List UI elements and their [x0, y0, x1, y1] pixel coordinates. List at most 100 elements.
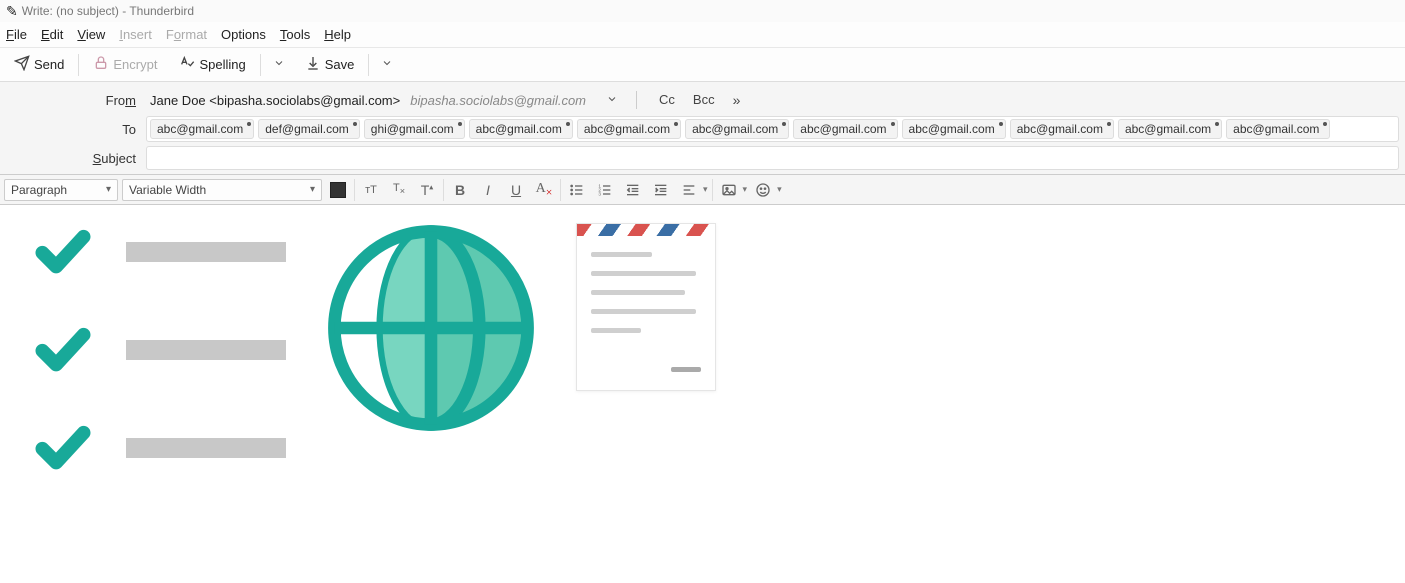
send-button[interactable]: Send	[6, 51, 72, 78]
insert-image-button[interactable]	[717, 178, 741, 202]
italic-button[interactable]: I	[476, 178, 500, 202]
letter-graphic	[576, 223, 716, 391]
recipient-chip[interactable]: abc@gmail.com	[469, 119, 573, 139]
bold-button[interactable]: B	[448, 178, 472, 202]
to-input[interactable]: abc@gmail.comdef@gmail.comghi@gmail.coma…	[146, 116, 1399, 142]
spelling-dropdown[interactable]	[267, 53, 291, 76]
font-family-value: Variable Width	[129, 183, 206, 197]
separator	[354, 179, 355, 201]
placeholder-bar	[126, 438, 286, 458]
check-icon	[28, 419, 98, 477]
placeholder-line	[591, 309, 696, 314]
subject-row: Subject	[0, 144, 1405, 172]
globe-graphic	[326, 223, 536, 436]
font-size-decrease-button[interactable]: ᴛT	[359, 178, 383, 202]
recipient-chip[interactable]: abc@gmail.com	[150, 119, 254, 139]
check-icon	[28, 321, 98, 379]
encrypt-label: Encrypt	[113, 57, 157, 72]
format-toolbar: Paragraph ▾ Variable Width ▾ ᴛT T× T▴ B …	[0, 175, 1405, 205]
placeholder-line	[591, 328, 641, 333]
font-family-select[interactable]: Variable Width ▾	[122, 179, 322, 201]
from-row: From Jane Doe <bipasha.sociolabs@gmail.c…	[0, 86, 1405, 114]
checklist-item	[28, 419, 286, 477]
bcc-button[interactable]: Bcc	[693, 92, 715, 108]
window-title: Write: (no subject) - Thunderbird	[22, 4, 194, 18]
message-body[interactable]	[0, 205, 1405, 495]
recipient-chip[interactable]: abc@gmail.com	[1118, 119, 1222, 139]
separator	[712, 179, 713, 201]
underline-button[interactable]: U	[504, 178, 528, 202]
more-recipients-button[interactable]: »	[733, 92, 741, 108]
to-label: To	[6, 122, 146, 137]
text-color-button[interactable]	[326, 178, 350, 202]
chevron-down-icon: ▾	[106, 184, 111, 195]
from-identity[interactable]: Jane Doe <bipasha.sociolabs@gmail.com>	[146, 93, 404, 108]
separator	[636, 91, 637, 109]
separator	[260, 54, 261, 76]
from-dropdown[interactable]	[606, 93, 618, 108]
placeholder-line	[591, 290, 685, 295]
font-size-increase-button[interactable]: T▴	[415, 178, 439, 202]
font-size-reset-button[interactable]: T×	[387, 178, 411, 202]
bullet-list-button[interactable]	[565, 178, 589, 202]
to-row: To abc@gmail.comdef@gmail.comghi@gmail.c…	[0, 114, 1405, 144]
subject-input[interactable]	[146, 146, 1399, 170]
save-label: Save	[325, 57, 355, 72]
menu-options[interactable]: Options	[221, 27, 266, 42]
svg-text:3: 3	[598, 191, 601, 196]
separator	[443, 179, 444, 201]
menu-help[interactable]: Help	[324, 27, 351, 42]
checklist-item	[28, 223, 286, 281]
cc-button[interactable]: Cc	[659, 92, 675, 108]
spelling-button[interactable]: Spelling	[171, 51, 253, 78]
compose-icon: ✎	[6, 3, 18, 20]
main-toolbar: Send Encrypt Spelling Save	[0, 48, 1405, 82]
titlebar: ✎ Write: (no subject) - Thunderbird	[0, 0, 1405, 22]
recipient-chip[interactable]: abc@gmail.com	[685, 119, 789, 139]
numbered-list-button[interactable]: 123	[593, 178, 617, 202]
menu-file[interactable]: File	[6, 27, 27, 42]
menu-edit[interactable]: Edit	[41, 27, 63, 42]
menu-view[interactable]: View	[77, 27, 105, 42]
signature-line	[671, 367, 701, 372]
save-dropdown[interactable]	[375, 53, 399, 76]
send-icon	[14, 55, 30, 74]
from-account: bipasha.sociolabs@gmail.com	[404, 93, 592, 108]
subject-label: Subject	[6, 151, 146, 166]
paragraph-style-value: Paragraph	[11, 183, 67, 197]
chevron-down-icon: ▾	[310, 184, 315, 195]
recipient-chip[interactable]: abc@gmail.com	[577, 119, 681, 139]
remove-format-button[interactable]: A×	[532, 178, 556, 202]
encrypt-button: Encrypt	[85, 51, 165, 78]
recipient-chip[interactable]: ghi@gmail.com	[364, 119, 465, 139]
recipient-chip[interactable]: abc@gmail.com	[1226, 119, 1330, 139]
save-icon	[305, 55, 321, 74]
separator	[78, 54, 79, 76]
header-fields: From Jane Doe <bipasha.sociolabs@gmail.c…	[0, 82, 1405, 175]
paragraph-style-select[interactable]: Paragraph ▾	[4, 179, 118, 201]
outdent-button[interactable]	[621, 178, 645, 202]
align-button[interactable]	[677, 178, 701, 202]
placeholder-line	[591, 271, 696, 276]
spelling-icon	[179, 55, 195, 74]
check-icon	[28, 223, 98, 281]
align-dropdown[interactable]: ▾	[703, 184, 708, 195]
recipient-chip[interactable]: abc@gmail.com	[1010, 119, 1114, 139]
placeholder-line	[591, 252, 652, 257]
menubar: File Edit View Insert Format Options Too…	[0, 22, 1405, 48]
from-label: From	[6, 93, 146, 108]
checklist-item	[28, 321, 286, 379]
insert-emoji-button[interactable]	[751, 178, 775, 202]
insert-emoji-dropdown[interactable]: ▾	[777, 184, 782, 195]
encrypt-icon	[93, 55, 109, 74]
recipient-chip[interactable]: def@gmail.com	[258, 119, 360, 139]
recipient-chip[interactable]: abc@gmail.com	[902, 119, 1006, 139]
insert-image-dropdown[interactable]: ▾	[743, 184, 748, 195]
save-button[interactable]: Save	[297, 51, 363, 78]
menu-tools[interactable]: Tools	[280, 27, 310, 42]
indent-button[interactable]	[649, 178, 673, 202]
recipient-chip[interactable]: abc@gmail.com	[793, 119, 897, 139]
send-label: Send	[34, 57, 64, 72]
checklist-graphic	[28, 223, 286, 477]
menu-insert: Insert	[119, 27, 152, 42]
